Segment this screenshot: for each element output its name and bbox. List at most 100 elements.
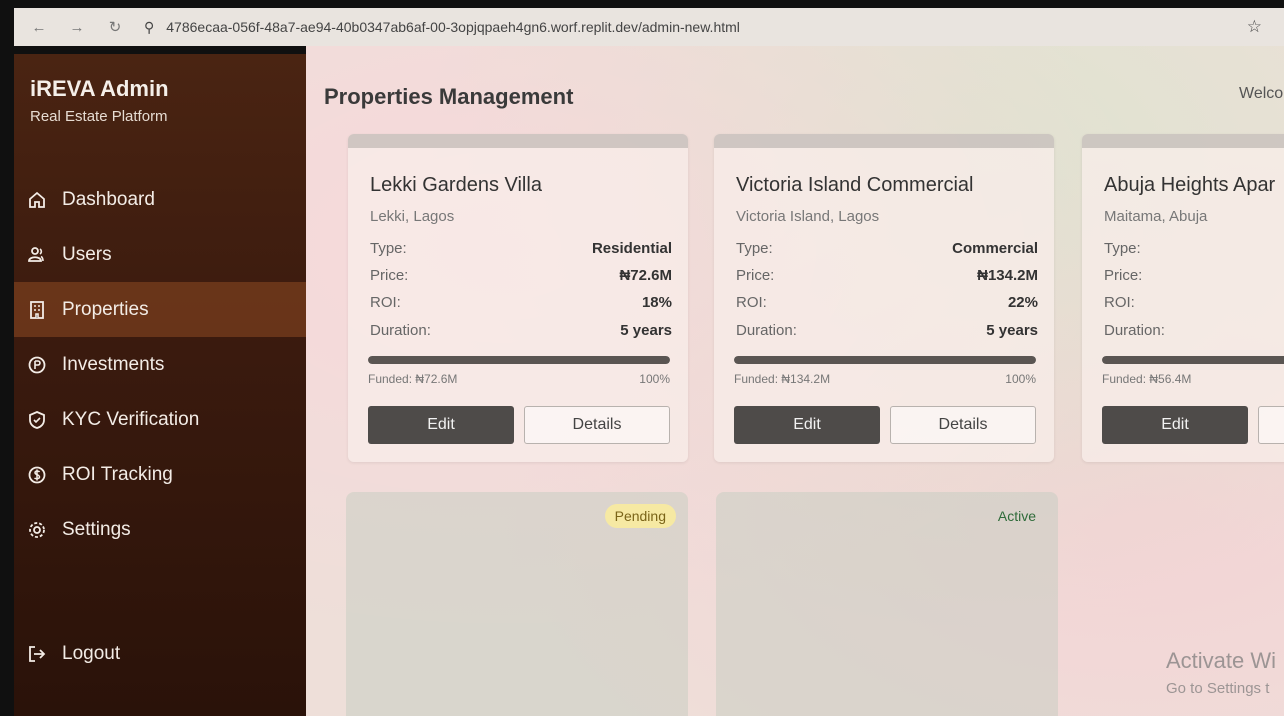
roi-row: ROI: 22% (736, 294, 1038, 311)
sidebar-nav: Dashboard Users Properties Investments K… (14, 172, 306, 557)
funded-percent: 100% (639, 372, 670, 386)
status-badge: Pending (604, 504, 676, 528)
duration-value: 5 years (986, 322, 1038, 339)
forward-icon[interactable]: → (64, 19, 90, 36)
sidebar-item-label: ROI Tracking (62, 463, 173, 485)
type-label: Type: (1104, 240, 1141, 257)
logout-button[interactable]: Logout (14, 626, 306, 681)
edit-button[interactable]: Edit (734, 406, 880, 444)
app-subtitle: Real Estate Platform (30, 108, 168, 125)
sidebar-item-roi-tracking[interactable]: ROI Tracking (14, 447, 306, 502)
duration-label: Duration: (1104, 322, 1165, 339)
back-icon[interactable]: ← (26, 19, 52, 36)
funding-info: Funded: ₦56.4M (1102, 372, 1284, 386)
funding-progress-fill (368, 356, 670, 364)
price-label: Price: (1104, 267, 1143, 284)
price-row: Price: ₦72.6M (370, 267, 672, 284)
price-row: Price: ₦134.2M (736, 267, 1038, 284)
main-content: Properties Management Welco Lekki Garden… (306, 46, 1284, 716)
browser-toolbar: ← → ↻ ⚲ 4786ecaa-056f-48a7-ae94-40b0347a… (14, 8, 1284, 46)
type-label: Type: (370, 240, 407, 257)
sidebar-item-label: Dashboard (62, 188, 155, 210)
sidebar-item-dashboard[interactable]: Dashboard (14, 172, 306, 227)
funded-percent: 100% (1005, 372, 1036, 386)
users-icon (26, 244, 48, 266)
sidebar-item-properties[interactable]: Properties (14, 282, 306, 337)
watermark-line-1: Activate Wi (1166, 648, 1277, 673)
page-title: Properties Management (324, 84, 574, 109)
url-text: 4786ecaa-056f-48a7-ae94-40b0347ab6af-00-… (166, 19, 740, 35)
home-icon (26, 189, 48, 211)
building-icon (26, 299, 48, 321)
dollar-icon (26, 464, 48, 486)
windows-activation-watermark: Activate Wi Go to Settings t (1166, 648, 1276, 697)
logout-icon (26, 643, 48, 665)
status-badge: Active (997, 508, 1036, 524)
duration-row: Duration: 5 years (370, 322, 672, 339)
property-card: Victoria Island Commercial Victoria Isla… (714, 134, 1054, 462)
sidebar-item-label: Properties (62, 298, 149, 320)
funded-amount: Funded: ₦56.4M (1102, 372, 1192, 386)
duration-label: Duration: (370, 322, 431, 339)
app-title: iREVA Admin (30, 76, 169, 101)
property-card: Abuja Heights Apar Maitama, Abuja Type: … (1082, 134, 1284, 462)
property-location: Maitama, Abuja (1104, 208, 1208, 225)
funding-info: Funded: ₦72.6M 100% (368, 372, 670, 386)
sidebar: iREVA Admin Real Estate Platform Dashboa… (14, 54, 306, 716)
logout-label: Logout (62, 642, 121, 664)
funding-info: Funded: ₦134.2M 100% (734, 372, 1036, 386)
type-value: Residential (591, 240, 672, 257)
funded-amount: Funded: ₦134.2M (734, 372, 831, 386)
property-name: Victoria Island Commercial (736, 174, 974, 196)
brand: iREVA Admin Real Estate Platform (30, 76, 169, 125)
duration-value: 5 years (620, 322, 672, 339)
property-card-active: Active (716, 492, 1058, 716)
roi-label: ROI: (370, 294, 401, 311)
details-button[interactable]: Details (524, 406, 670, 444)
card-image-strip (1082, 134, 1284, 148)
property-card-pending: Pending (346, 492, 688, 716)
sidebar-item-kyc-verification[interactable]: KYC Verification (14, 392, 306, 447)
type-row: Type: (1104, 240, 1284, 257)
property-location: Victoria Island, Lagos (736, 208, 880, 225)
property-location: Lekki, Lagos (370, 208, 455, 225)
duration-row: Duration: 5 years (736, 322, 1038, 339)
duration-row: Duration: (1104, 322, 1284, 339)
funding-progress-bar (1102, 356, 1284, 364)
watermark-line-2: Go to Settings t (1166, 680, 1270, 697)
bookmark-star-icon[interactable]: ☆ (1247, 17, 1262, 37)
edit-button[interactable]: Edit (1102, 406, 1248, 444)
reload-icon[interactable]: ↻ (102, 18, 128, 36)
type-row: Type: Commercial (736, 240, 1038, 257)
sidebar-item-label: KYC Verification (62, 408, 200, 430)
type-row: Type: Residential (370, 240, 672, 257)
address-bar[interactable]: ⚲ 4786ecaa-056f-48a7-ae94-40b0347ab6af-0… (144, 19, 1247, 36)
duration-label: Duration: (736, 322, 797, 339)
type-label: Type: (736, 240, 773, 257)
property-card: Lekki Gardens Villa Lekki, Lagos Type: Re… (348, 134, 688, 462)
sidebar-item-label: Investments (62, 353, 165, 375)
details-button[interactable] (1258, 406, 1284, 444)
sidebar-item-users[interactable]: Users (14, 227, 306, 282)
card-image-strip (348, 134, 688, 148)
price-value: ₦72.6M (619, 267, 672, 284)
coin-icon (26, 354, 48, 376)
sidebar-item-label: Settings (62, 518, 131, 540)
sidebar-item-settings[interactable]: Settings (14, 502, 306, 557)
price-label: Price: (370, 267, 409, 284)
price-label: Price: (736, 267, 775, 284)
welcome-text: Welco (1239, 85, 1284, 102)
site-settings-icon[interactable]: ⚲ (144, 19, 154, 36)
edit-button[interactable]: Edit (368, 406, 514, 444)
roi-label: ROI: (736, 294, 767, 311)
sidebar-item-investments[interactable]: Investments (14, 337, 306, 392)
roi-value: 18% (641, 294, 672, 311)
property-name: Lekki Gardens Villa (370, 174, 542, 196)
funding-progress-fill (734, 356, 1036, 364)
details-button[interactable]: Details (890, 406, 1036, 444)
logout-wrapper: Logout (14, 626, 306, 681)
roi-row: ROI: 18% (370, 294, 672, 311)
funded-amount: Funded: ₦72.6M (368, 372, 458, 386)
gear-icon (26, 519, 48, 541)
type-value: Commercial (952, 240, 1038, 257)
